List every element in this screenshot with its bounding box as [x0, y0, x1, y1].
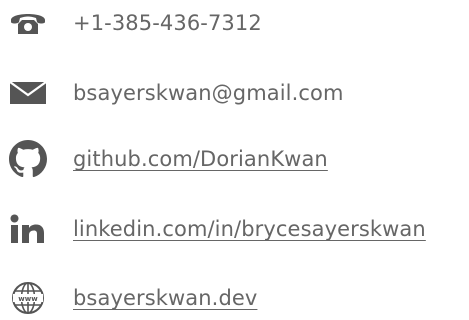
contact-list: +1-385-436-7312 bsayerskwan@gmail.com gi…: [0, 0, 469, 316]
contact-row-phone: +1-385-436-7312: [0, 1, 469, 45]
email-address: bsayerskwan@gmail.com: [73, 81, 344, 105]
linkedin-link[interactable]: linkedin.com/in/brycesayerskwan: [73, 207, 426, 251]
github-link[interactable]: github.com/DorianKwan: [73, 137, 328, 181]
github-icon: [8, 137, 48, 181]
globe-www-icon: www: [8, 276, 48, 320]
phone-icon: [8, 1, 48, 45]
envelope-icon: [8, 71, 48, 115]
linkedin-icon: [8, 207, 48, 251]
website-link[interactable]: bsayerskwan.dev: [73, 276, 257, 320]
contact-row-email: bsayerskwan@gmail.com: [0, 71, 469, 115]
contact-row-website: www bsayerskwan.dev: [0, 276, 469, 320]
phone-number: +1-385-436-7312: [73, 11, 262, 35]
svg-text:www: www: [18, 295, 38, 303]
contact-row-linkedin: linkedin.com/in/brycesayerskwan: [0, 207, 469, 251]
contact-row-github: github.com/DorianKwan: [0, 137, 469, 181]
